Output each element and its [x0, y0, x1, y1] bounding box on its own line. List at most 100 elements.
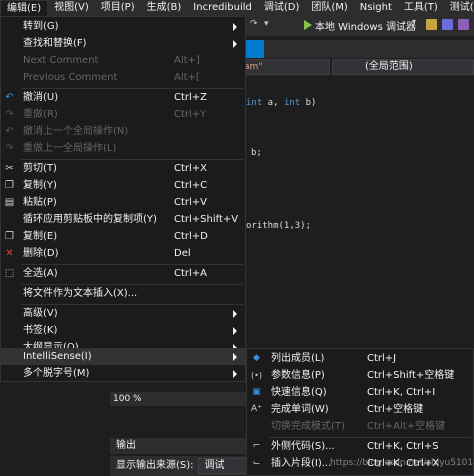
menu-item-shortcut: Ctrl+K, Ctrl+S [367, 441, 439, 452]
menu-debug[interactable]: 调试(D) [258, 0, 306, 16]
menu-item-undo-global[interactable]: ↶ 撤消上一个全局操作(N) [1, 123, 245, 140]
menu-item-shortcut: Alt+[ [174, 72, 200, 83]
code-text: b) [300, 98, 317, 108]
menu-item-shortcut: Ctrl+V [174, 197, 208, 208]
menu-incredibuild[interactable]: Incredibuild [187, 0, 258, 16]
surround-with-icon: ⌐ [252, 441, 261, 451]
code-keyword: int [246, 98, 263, 108]
submenu-arrow-icon [233, 353, 237, 361]
menu-item-label: 外侧代码(S)... [271, 441, 335, 452]
menu-item-shortcut: Ctrl+K, Ctrl+I [367, 387, 436, 398]
list-members-icon: ◆ [253, 353, 260, 363]
menu-item-label: 删除(D) [23, 248, 59, 259]
menu-item-label: 转到(G) [23, 21, 59, 32]
menu-item-shortcut: Ctrl+空格键 [367, 404, 424, 415]
menu-item-redo[interactable]: ↷ 重做(R) Ctrl+Y [1, 106, 245, 123]
tool-icon[interactable] [458, 19, 469, 30]
menu-nsight[interactable]: Nsight [354, 0, 398, 16]
menu-item-insert-file-as-text[interactable]: 将文件作为文本插入(X)... [1, 285, 245, 302]
menu-item-label: 粘贴(P) [23, 197, 57, 208]
menu-item-complete-word[interactable]: A⁺ 完成单词(W) Ctrl+空格键 [247, 401, 473, 418]
code-line: orithm(1,3); [246, 221, 312, 231]
menu-item-label: 循环应用剪贴板中的复制项(Y) [23, 214, 157, 225]
navigation-scope-dropdown[interactable]: (全局范围) [332, 59, 474, 75]
menu-item-advanced[interactable]: 高级(V) [1, 305, 245, 322]
debugger-dropdown-icon[interactable]: ▾ [412, 17, 416, 26]
menu-item-shortcut: Ctrl+Alt+空格键 [367, 421, 446, 432]
menu-item-label: 插入片段(I)... [271, 458, 332, 469]
duplicate-icon: ❐ [5, 231, 14, 242]
menu-item-delete[interactable]: ✕ 删除(D) Del [1, 245, 245, 262]
redo-arrow-icon[interactable]: ↷ [250, 19, 261, 30]
menu-test[interactable]: 测试(S) [444, 0, 474, 16]
start-debugger-button[interactable]: 本地 Windows 调试器 [315, 18, 416, 33]
folder-icon[interactable] [426, 19, 437, 30]
dropdown-arrow-icon[interactable]: ▾ [264, 19, 275, 30]
menu-view[interactable]: 视图(V) [48, 0, 95, 16]
menu-item-parameter-info[interactable]: (•) 参数信息(P) Ctrl+Shift+空格键 [247, 367, 473, 384]
menu-item-label: 复制(Y) [23, 180, 57, 191]
code-line: b; [251, 148, 262, 158]
menu-item-goto[interactable]: 转到(G) [1, 18, 245, 35]
submenu-arrow-icon [233, 327, 237, 335]
menu-item-shortcut: Ctrl+Z [174, 92, 208, 103]
menu-item-label: 书签(K) [23, 325, 58, 336]
menu-build[interactable]: 生成(B) [141, 0, 188, 16]
menu-item-select-all[interactable]: ⬚ 全选(A) Ctrl+A [1, 265, 245, 282]
menu-item-undo[interactable]: ↶ 撤消(U) Ctrl+Z [1, 89, 245, 106]
output-source-label: 显示输出来源(S): [116, 460, 194, 471]
menu-item-shortcut: Alt+] [174, 55, 200, 66]
code-text: a, [262, 98, 284, 108]
menu-item-next-comment[interactable]: Next Comment Alt+] [1, 52, 245, 69]
menu-item-label: Next Comment [23, 55, 99, 66]
menu-item-shortcut: Del [174, 248, 191, 259]
menu-item-label: Previous Comment [23, 72, 118, 83]
menu-team[interactable]: 团队(M) [305, 0, 353, 16]
menu-item-toggle-completion-mode[interactable]: 切换完成模式(T) Ctrl+Alt+空格键 [247, 418, 473, 435]
menu-item-label: IntelliSense(I) [23, 351, 92, 362]
menu-item-label: 快速信息(Q) [271, 387, 327, 398]
menu-item-label: 高级(V) [23, 308, 58, 319]
code-keyword: int [283, 98, 301, 108]
menu-item-duplicate[interactable]: ❐ 复制(E) Ctrl+D [1, 228, 245, 245]
menu-bar: 编辑(E) 视图(V) 项目(P) 生成(B) Incredibuild 调试(… [0, 0, 474, 16]
intellisense-submenu: ◆ 列出成员(L) Ctrl+J (•) 参数信息(P) Ctrl+Shift+空格键 … [246, 348, 474, 476]
menu-item-intellisense[interactable]: IntelliSense(I) [1, 348, 245, 365]
menu-item-shortcut: Ctrl+J [367, 353, 397, 364]
menu-item-quick-info[interactable]: ▣ 快速信息(Q) Ctrl+K, Ctrl+I [247, 384, 473, 401]
menu-item-cut[interactable]: ✂ 剪切(T) Ctrl+X [1, 160, 245, 177]
copy-icon: ❐ [5, 180, 14, 191]
menu-item-paste[interactable]: ▤ 粘贴(P) Ctrl+V [1, 194, 245, 211]
menu-item-label: 切换完成模式(T) [271, 421, 345, 432]
extension-icon[interactable] [442, 19, 453, 30]
watermark: https://blog.csdn.net/zhiyu510183 [330, 458, 474, 468]
menu-item-previous-comment[interactable]: Previous Comment Alt+[ [1, 69, 245, 86]
insert-snippet-icon: ⌙ [252, 458, 261, 468]
menu-item-shortcut: Ctrl+C [174, 180, 208, 191]
menu-item-cycle-clipboard[interactable]: 循环应用剪贴板中的复制项(Y) Ctrl+Shift+V [1, 211, 245, 228]
paste-icon: ▤ [4, 197, 15, 208]
submenu-arrow-icon [233, 370, 237, 378]
menu-item-redo-global[interactable]: ↷ 重做上一全局操作(L) [1, 140, 245, 157]
menu-item-list-members[interactable]: ◆ 列出成员(L) Ctrl+J [247, 350, 473, 367]
menu-item-find-replace[interactable]: 查找和替换(F) [1, 35, 245, 52]
edit-menu-dropdown: 转到(G) 查找和替换(F) Next Comment Alt+] Previou… [0, 16, 246, 382]
undo-global-icon: ↶ [5, 126, 14, 137]
undo-icon: ↶ [5, 92, 14, 103]
menu-edit[interactable]: 编辑(E) [0, 0, 49, 16]
document-tab-strip [230, 40, 474, 58]
menu-item-copy[interactable]: ❐ 复制(Y) Ctrl+C [1, 177, 245, 194]
submenu-arrow-icon [233, 310, 237, 318]
select-all-icon: ⬚ [4, 268, 15, 279]
scissors-icon: ✂ [5, 163, 14, 174]
menu-item-shortcut: Ctrl+X [174, 163, 208, 174]
menu-item-surround-with[interactable]: ⌐ 外侧代码(S)... Ctrl+K, Ctrl+S [247, 438, 473, 455]
quick-info-icon: ▣ [252, 387, 261, 397]
menu-project[interactable]: 项目(P) [95, 0, 141, 16]
start-debug-icon[interactable] [304, 20, 312, 30]
menu-item-multiple-carets[interactable]: 多个脱字号(M) [1, 365, 245, 382]
zoom-level[interactable]: 100 % [113, 392, 142, 406]
menu-tools[interactable]: 工具(T) [398, 0, 444, 16]
menu-item-bookmarks[interactable]: 书签(K) [1, 322, 245, 339]
delete-x-icon: ✕ [5, 248, 14, 259]
